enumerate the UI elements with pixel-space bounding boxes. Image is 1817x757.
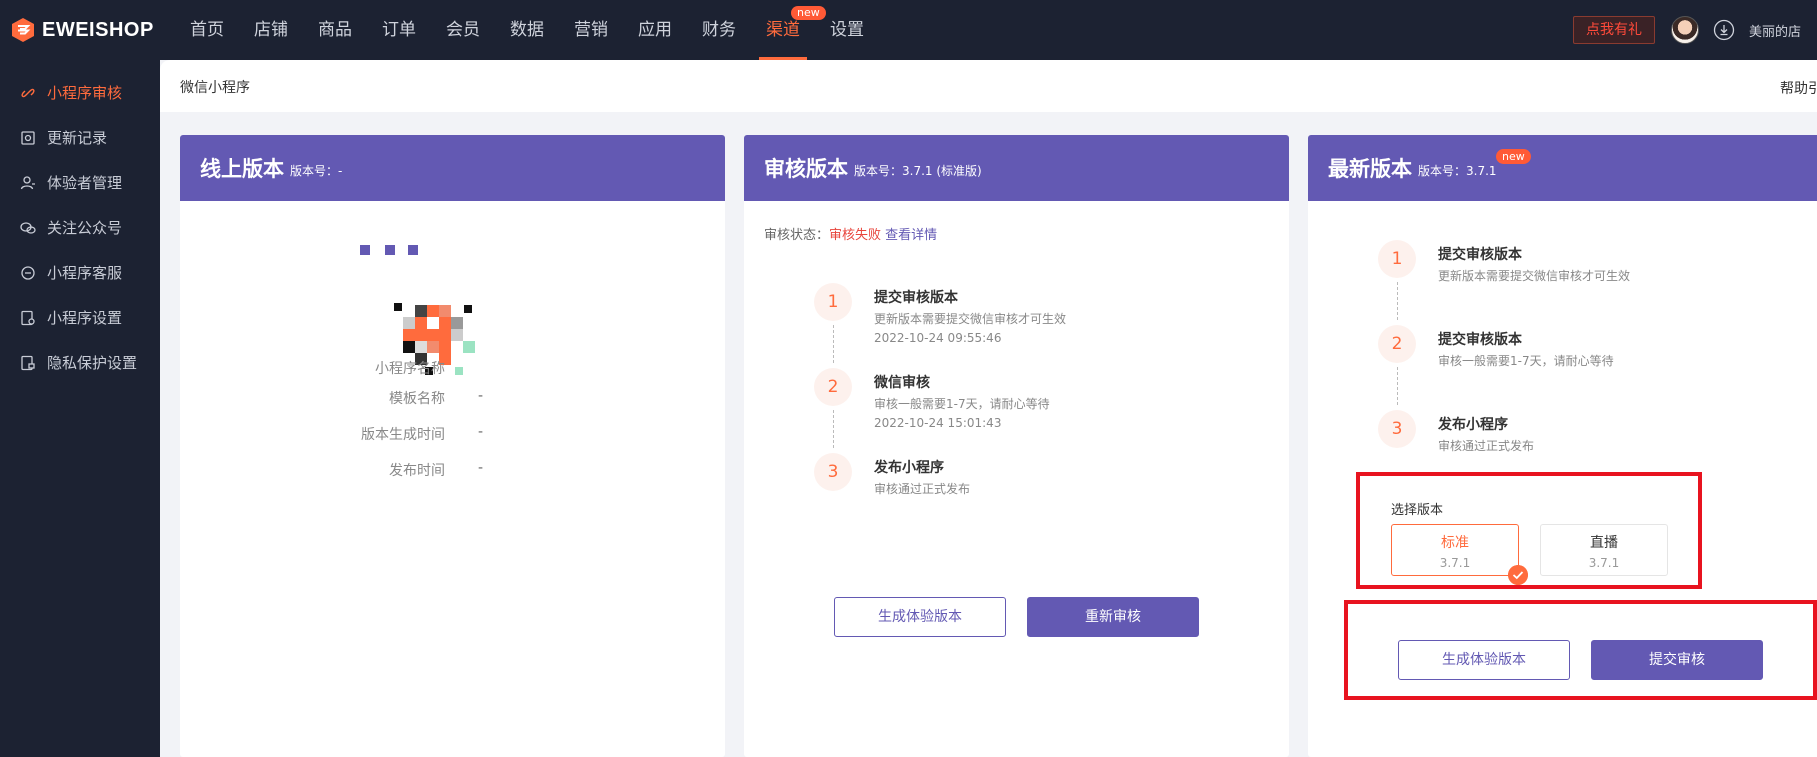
step-number: 1: [1378, 240, 1416, 278]
wechat-icon: [20, 221, 36, 234]
latest-version-title: 最新版本: [1328, 157, 1412, 181]
generate-trial-button[interactable]: 生成体验版本: [1398, 640, 1570, 680]
submit-review-button[interactable]: 提交审核: [1591, 640, 1763, 680]
privacy-doc-icon: [21, 355, 35, 370]
review-version-card: 审核版本 版本号：3.7.1 (标准版) 审核状态：审核失败 查看详情 1 提交…: [744, 135, 1289, 757]
sidebar-item-update-log[interactable]: 更新记录: [0, 115, 160, 160]
top-right-tools: 点我有礼 美丽的店: [1573, 0, 1801, 60]
version-option-standard[interactable]: 标准 3.7.1: [1391, 524, 1528, 585]
nav-marketing[interactable]: 营销: [559, 0, 623, 60]
sidebar-item-miniapp-review[interactable]: 小程序审核: [0, 70, 160, 115]
sidebar-item-testers[interactable]: 体验者管理: [0, 160, 160, 205]
sidebar-item-official-account[interactable]: 关注公众号: [0, 205, 160, 250]
review-status: 审核状态：审核失败 查看详情: [764, 228, 938, 243]
step-number: 3: [1378, 410, 1416, 448]
nav-orders[interactable]: 订单: [367, 0, 431, 60]
sidebar-item-customer-service[interactable]: 小程序客服: [0, 250, 160, 295]
main-nav: 首页 店铺 商品 订单 会员 数据 营销 应用 财务 渠道 new 设置: [175, 0, 879, 60]
step-number: 3: [814, 453, 852, 491]
review-version-number: 版本号：3.7.1 (标准版): [854, 163, 982, 178]
nav-home[interactable]: 首页: [175, 0, 239, 60]
step-number: 2: [1378, 325, 1416, 363]
eweishop-logo-icon: [12, 18, 34, 42]
sidebar-item-miniapp-settings[interactable]: 小程序设置: [0, 295, 160, 340]
online-version-header: 线上版本 版本号：-: [180, 135, 725, 201]
avatar[interactable]: [1671, 16, 1699, 44]
step-number: 1: [814, 283, 852, 321]
step-connector: [1397, 367, 1398, 405]
nav-apps[interactable]: 应用: [623, 0, 687, 60]
latest-version-number: 版本号：3.7.1: [1418, 163, 1497, 178]
gift-button[interactable]: 点我有礼: [1573, 16, 1655, 44]
latest-version-card: 最新版本 版本号：3.7.1 new 1 提交审核版本 更新版本需要提交微信审核…: [1308, 135, 1817, 757]
new-badge: new: [1496, 149, 1531, 164]
chat-icon: [21, 265, 35, 280]
online-version-card: 线上版本 版本号：- 小程序名称 模板名称 - 版本生成时间 - 发布时间 -: [180, 135, 725, 757]
review-version-title: 审核版本: [764, 157, 848, 181]
nav-members[interactable]: 会员: [431, 0, 495, 60]
breadcrumb: 微信小程序 帮助引: [160, 60, 1817, 112]
nav-settings[interactable]: 设置: [815, 0, 879, 60]
review-version-header: 审核版本 版本号：3.7.1 (标准版): [744, 135, 1289, 201]
step-connector: [1397, 282, 1398, 320]
sidebar: 小程序审核 更新记录 体验者管理 关注公众号 小程序客服 小程序设置 隐私保护设…: [0, 60, 160, 757]
view-details-link[interactable]: 查看详情: [885, 228, 937, 243]
top-navbar: EWEISHOP 首页 店铺 商品 订单 会员 数据 营销 应用 财务 渠道 n…: [0, 0, 1817, 60]
user-icon: [20, 175, 35, 189]
page-title: 微信小程序: [180, 80, 250, 96]
version-option-live[interactable]: 直播 3.7.1: [1540, 524, 1668, 576]
record-icon: [21, 130, 35, 145]
link-icon: [21, 88, 35, 97]
review-status-value: 审核失败: [829, 228, 882, 243]
online-version-title: 线上版本: [200, 157, 284, 181]
help-link[interactable]: 帮助引: [1780, 78, 1817, 98]
logo-text: EWEISHOP: [42, 18, 154, 41]
nav-channel[interactable]: 渠道 new: [751, 0, 826, 60]
select-version-label: 选择版本: [1391, 503, 1444, 518]
nav-finance[interactable]: 财务: [687, 0, 751, 60]
nav-shop[interactable]: 店铺: [239, 0, 303, 60]
nav-data[interactable]: 数据: [495, 0, 559, 60]
settings-doc-icon: [21, 310, 35, 325]
step-number: 2: [814, 368, 852, 406]
check-icon: [1508, 565, 1528, 585]
nav-goods[interactable]: 商品: [303, 0, 367, 60]
logo[interactable]: EWEISHOP: [10, 17, 175, 43]
step-connector: [833, 410, 834, 448]
latest-version-header: 最新版本 版本号：3.7.1 new: [1308, 135, 1817, 201]
download-icon[interactable]: [1713, 19, 1735, 41]
online-version-number: 版本号：-: [290, 163, 343, 178]
main-content: 微信小程序 帮助引 线上版本 版本号：- 小程序名称 模板名称 - 版本生成时间…: [160, 60, 1817, 757]
miniapp-qrcode-image: [360, 245, 483, 375]
shop-name[interactable]: 美丽的店: [1749, 21, 1801, 40]
generate-trial-button[interactable]: 生成体验版本: [834, 597, 1006, 637]
resubmit-review-button[interactable]: 重新审核: [1027, 597, 1199, 637]
sidebar-item-privacy-settings[interactable]: 隐私保护设置: [0, 340, 160, 385]
step-connector: [833, 325, 834, 363]
